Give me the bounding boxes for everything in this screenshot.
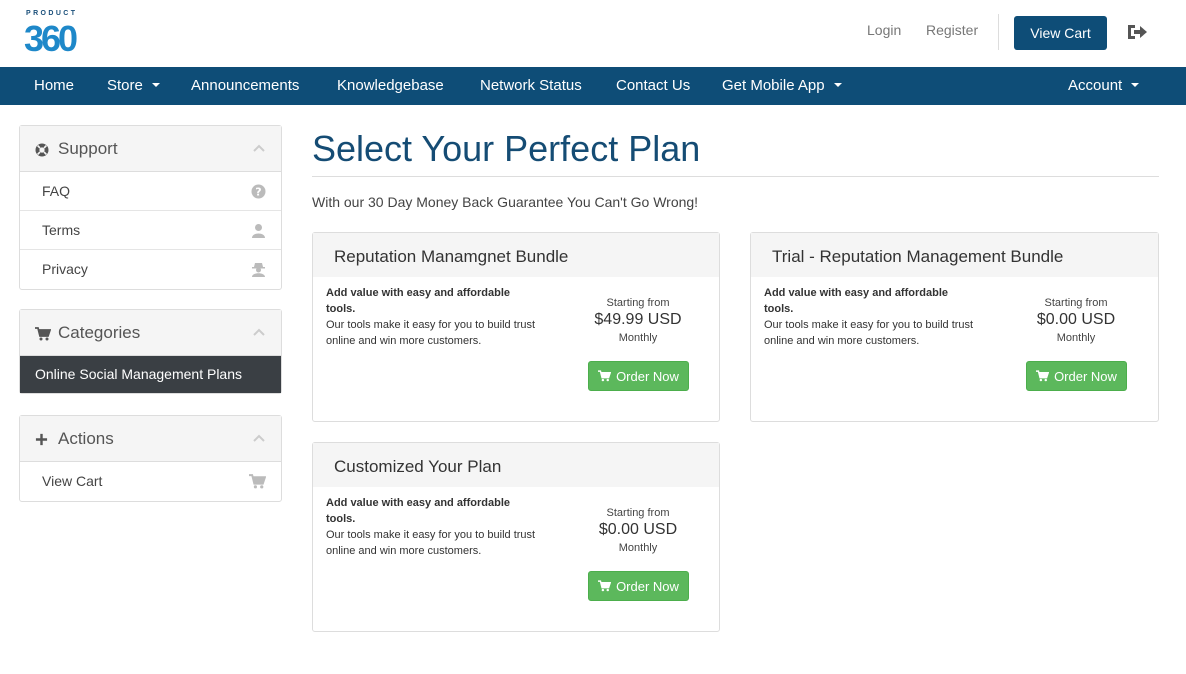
chevron-up-icon[interactable]	[253, 144, 265, 152]
nav-home[interactable]: Home	[34, 67, 74, 105]
nav-knowledgebase[interactable]: Knowledgebase	[337, 67, 444, 105]
user-icon	[252, 224, 265, 238]
order-now-label: Order Now	[1054, 368, 1117, 384]
nav-get-mobile-app[interactable]: Get Mobile App	[722, 67, 842, 105]
product-description: Our tools make it easy for you to build …	[326, 529, 536, 557]
caret-down-icon	[833, 83, 842, 88]
product-name: Reputation Manamgnet Bundle	[334, 247, 569, 266]
order-now-button[interactable]: Order Now	[1026, 361, 1127, 391]
product-card-header: Trial - Reputation Management Bundle	[751, 233, 1158, 277]
support-panel-header[interactable]: Support	[20, 126, 281, 172]
cart-icon	[1036, 370, 1050, 382]
plus-icon	[35, 433, 48, 446]
product-price: $0.00 USD	[1036, 311, 1116, 328]
product-tagline: Add value with easy and affordable tools…	[326, 287, 510, 315]
brand-logo-top-text: PRODUCT	[26, 10, 78, 17]
product-name: Customized Your Plan	[334, 457, 502, 476]
sidebar-item-online-social-management-plans[interactable]: Online Social Management Plans	[20, 356, 281, 393]
product-price: $49.99 USD	[594, 311, 682, 328]
svg-text:?: ?	[255, 186, 261, 199]
sidebar-item-label: FAQ	[42, 183, 71, 199]
billing-cycle: Monthly	[618, 542, 658, 554]
categories-panel: Categories Online Social Management Plan…	[19, 309, 282, 394]
sidebar-item-privacy[interactable]: Privacy	[20, 250, 281, 289]
order-now-button[interactable]: Order Now	[588, 571, 689, 601]
register-link[interactable]: Register	[926, 22, 978, 38]
product-tagline: Add value with easy and affordable tools…	[326, 497, 510, 525]
nav-store-label: Store	[107, 77, 143, 94]
sidebar-item-terms[interactable]: Terms	[20, 211, 281, 250]
site-header: PRODUCT 360 Login Register View Cart	[0, 0, 1186, 67]
nav-account-label: Account	[1068, 77, 1123, 94]
starting-from-label: Starting from	[606, 297, 670, 309]
caret-down-icon	[1131, 83, 1140, 88]
nav-account[interactable]: Account	[1068, 67, 1140, 105]
actions-panel-header[interactable]: Actions	[20, 416, 281, 462]
actions-panel: Actions View Cart	[19, 415, 282, 502]
question-circle-icon: ?	[251, 184, 266, 199]
page-title: Select Your Perfect Plan	[312, 128, 701, 169]
nav-get-mobile-app-label: Get Mobile App	[722, 77, 825, 94]
product-card-header: Reputation Manamgnet Bundle	[313, 233, 719, 277]
support-panel: Support FAQ ? Terms Privacy	[19, 125, 282, 290]
product-name: Trial - Reputation Management Bundle	[772, 247, 1064, 266]
billing-cycle: Monthly	[1056, 332, 1096, 344]
starting-from-label: Starting from	[606, 507, 670, 519]
header-divider	[998, 14, 999, 50]
categories-panel-title: Categories	[58, 323, 141, 342]
categories-panel-header[interactable]: Categories	[20, 310, 281, 356]
nav-network-status[interactable]: Network Status	[480, 67, 582, 105]
nav-store[interactable]: Store	[107, 67, 160, 105]
product-description: Our tools make it easy for you to build …	[326, 319, 536, 347]
product-price: $0.00 USD	[598, 521, 678, 538]
brand-logo-number: 360	[24, 18, 77, 56]
billing-cycle: Monthly	[618, 332, 658, 344]
sidebar-item-label: Online Social Management Plans	[35, 366, 243, 382]
nav-contact-us[interactable]: Contact Us	[616, 67, 690, 105]
product-pricing: Starting from $49.99 USD Monthly	[578, 297, 698, 344]
chevron-up-icon[interactable]	[253, 328, 265, 336]
starting-from-label: Starting from	[1044, 297, 1108, 309]
cart-icon	[598, 370, 612, 382]
nav-announcements[interactable]: Announcements	[191, 67, 299, 105]
brand-logo-mark: 360	[24, 18, 80, 56]
product-tagline: Add value with easy and affordable tools…	[764, 287, 948, 315]
order-now-button[interactable]: Order Now	[588, 361, 689, 391]
order-now-label: Order Now	[616, 578, 679, 594]
product-pricing: Starting from $0.00 USD Monthly	[578, 507, 698, 554]
logout-icon[interactable]	[1126, 22, 1148, 42]
main-navigation: Home Store Announcements Knowledgebase N…	[0, 67, 1186, 105]
sidebar-item-label: Privacy	[42, 261, 88, 277]
chevron-up-icon[interactable]	[253, 434, 265, 442]
product-card: Trial - Reputation Management Bundle Add…	[750, 232, 1159, 422]
sidebar-item-label: Terms	[42, 222, 81, 238]
sidebar-item-view-cart[interactable]: View Cart	[20, 462, 281, 501]
login-link[interactable]: Login	[867, 22, 901, 38]
brand-logo[interactable]: PRODUCT 360	[24, 10, 92, 56]
cart-icon	[249, 474, 266, 489]
caret-down-icon	[151, 83, 160, 88]
product-card-header: Customized Your Plan	[313, 443, 719, 487]
cart-icon	[598, 580, 612, 592]
product-description: Our tools make it easy for you to build …	[764, 319, 974, 347]
title-divider	[312, 176, 1159, 177]
actions-panel-title: Actions	[58, 429, 114, 448]
product-card: Reputation Manamgnet Bundle Add value wi…	[312, 232, 720, 422]
order-now-label: Order Now	[616, 368, 679, 384]
sidebar-item-label: View Cart	[42, 473, 103, 489]
product-pricing: Starting from $0.00 USD Monthly	[1016, 297, 1136, 344]
cart-icon	[35, 327, 51, 341]
page-subtitle: With our 30 Day Money Back Guarantee You…	[312, 194, 699, 210]
view-cart-button[interactable]: View Cart	[1014, 16, 1107, 50]
sidebar-item-faq[interactable]: FAQ ?	[20, 172, 281, 211]
product-card: Customized Your Plan Add value with easy…	[312, 442, 720, 632]
user-secret-icon	[252, 263, 265, 277]
support-panel-title: Support	[58, 139, 118, 158]
life-ring-icon	[35, 143, 49, 157]
